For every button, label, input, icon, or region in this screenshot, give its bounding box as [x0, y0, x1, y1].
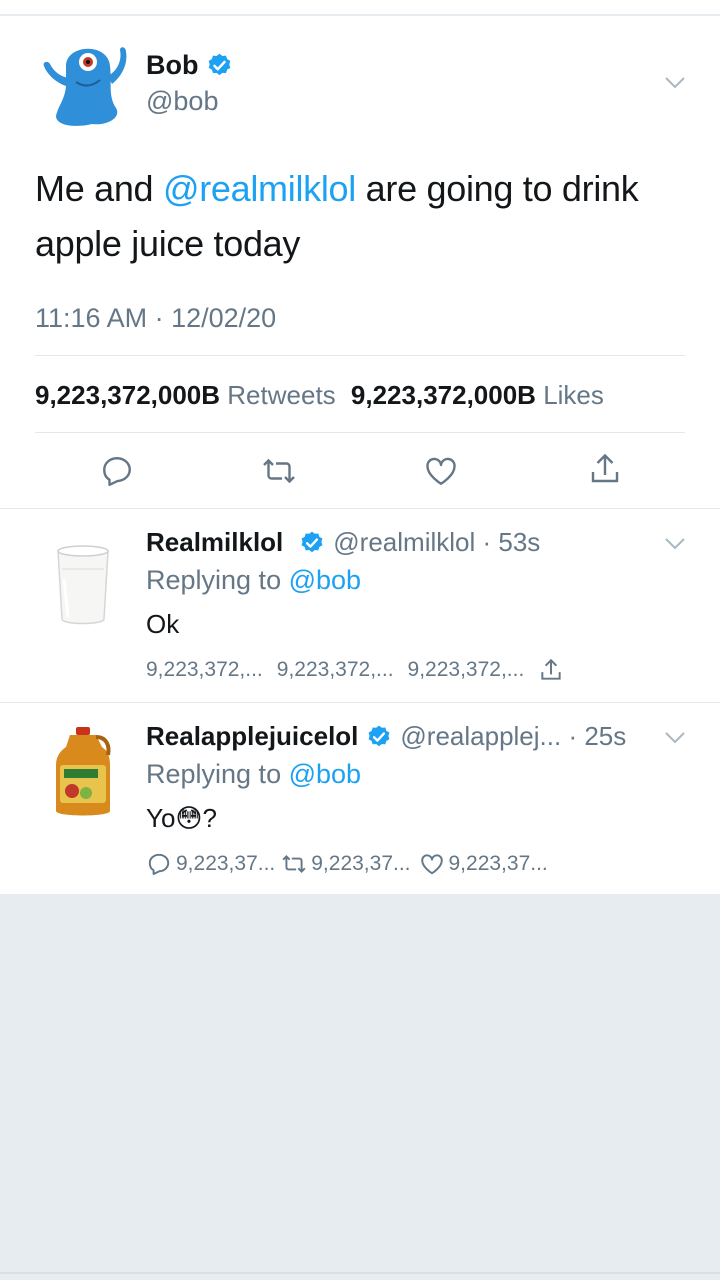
author-row: Bob: [146, 50, 233, 81]
replying-to-label: Replying to: [146, 759, 282, 789]
retweet-icon[interactable]: [261, 453, 297, 489]
reply-text-part: ?: [202, 803, 217, 833]
likes-count[interactable]: 9,223,372,000B: [351, 380, 536, 410]
reply-icon[interactable]: [146, 851, 172, 877]
replying-to: Replying to @bob: [146, 565, 361, 596]
likes-label[interactable]: Likes: [543, 380, 604, 410]
divider: [35, 432, 685, 433]
retweet-icon[interactable]: [281, 851, 307, 877]
reply-author-name[interactable]: Realapplejuicelol: [146, 721, 358, 752]
retweets-count[interactable]: 9,223,372,000B: [35, 380, 220, 410]
main-tweet: Bob @bob Me and @realmilklol are going t…: [0, 16, 720, 508]
tweet-text-part: Me and: [35, 168, 163, 209]
replying-to-handle[interactable]: @bob: [289, 565, 361, 595]
reply-author-name[interactable]: Realmilklol: [146, 527, 283, 558]
replying-to: Replying to @bob: [146, 759, 361, 790]
retweets-label[interactable]: Retweets: [227, 380, 335, 410]
reply-header: Realapplejuicelol @realapplej... · 25s: [146, 721, 626, 752]
reply-count[interactable]: 9,223,372,...: [146, 658, 263, 682]
reply-tweet[interactable]: Realapplejuicelol @realapplej... · 25s R…: [0, 702, 720, 894]
reply-handle-time[interactable]: @realapplej... · 25s: [400, 721, 626, 752]
tweet-stats: 9,223,372,000B Retweets 9,223,372,000B L…: [35, 380, 612, 411]
verified-badge-icon: [209, 53, 231, 76]
share-icon[interactable]: [587, 451, 623, 487]
chevron-down-icon[interactable]: [664, 76, 686, 90]
reply-text: Ok: [146, 609, 180, 639]
apple-juice-bottle-avatar[interactable]: [50, 725, 116, 821]
flushed-face-emoji: 😳: [175, 803, 203, 834]
chevron-down-icon[interactable]: [664, 731, 686, 745]
reply-handle-time[interactable]: @realmilklol · 53s: [333, 527, 540, 558]
reply-stats: 9,223,37... 9,223,37... 9,223,37...: [146, 851, 562, 877]
verified-badge-icon: [369, 725, 390, 746]
retweet-count[interactable]: 9,223,372,...: [277, 658, 394, 682]
reply-tweet[interactable]: Realmilklol @realmilklol · 53s Replying …: [0, 508, 720, 702]
author-name[interactable]: Bob: [146, 50, 198, 81]
retweet-count[interactable]: 9,223,37...: [311, 852, 410, 876]
milk-glass-avatar[interactable]: [50, 539, 116, 635]
author-handle[interactable]: @bob: [146, 86, 218, 117]
bob-avatar[interactable]: [36, 36, 128, 132]
like-icon[interactable]: [423, 453, 459, 489]
reply-icon[interactable]: [99, 453, 135, 489]
mention-link[interactable]: @realmilklol: [163, 168, 356, 209]
reply-count[interactable]: 9,223,37...: [176, 852, 275, 876]
reply-text: Yo 😳 ?: [146, 803, 217, 834]
replying-to-label: Replying to: [146, 565, 282, 595]
divider: [35, 355, 685, 356]
reply-stats: 9,223,372,... 9,223,372,... 9,223,372,..…: [146, 657, 568, 683]
like-count[interactable]: 9,223,372,...: [408, 658, 525, 682]
chevron-down-icon[interactable]: [664, 537, 686, 551]
top-strip: [0, 0, 720, 15]
like-count[interactable]: 9,223,37...: [449, 852, 548, 876]
verified-badge-icon: [301, 531, 323, 552]
reply-header: Realmilklol @realmilklol · 53s: [146, 527, 540, 558]
tweet-timestamp: 11:16 AM · 12/02/20: [35, 303, 277, 333]
bottom-divider: [0, 1272, 720, 1274]
reply-text-part: Yo: [146, 803, 176, 833]
share-icon[interactable]: [538, 657, 564, 683]
replying-to-handle[interactable]: @bob: [289, 759, 361, 789]
tweet-text: Me and @realmilklol are going to drink a…: [35, 161, 695, 271]
like-icon[interactable]: [419, 851, 445, 877]
